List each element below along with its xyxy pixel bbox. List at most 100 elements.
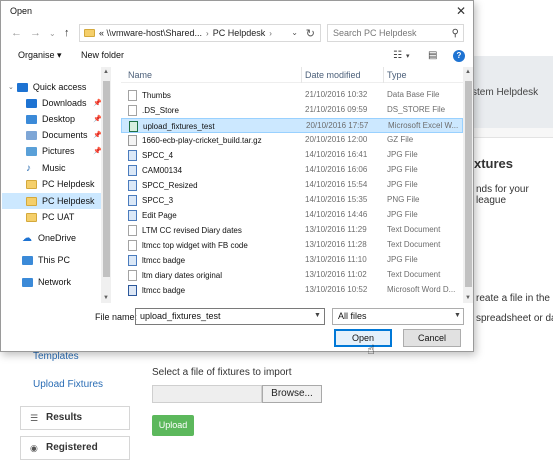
file-row[interactable]: Edit Page 14/10/2016 14:46 JPG File (121, 208, 463, 223)
open-button[interactable]: Open (334, 329, 392, 347)
file-row[interactable]: ltmcc top widget with FB code 13/10/2016… (121, 238, 463, 253)
nav-documents[interactable]: Documents 📌 (2, 127, 102, 143)
text-file-icon (128, 225, 137, 236)
address-bar[interactable]: « \\vmware-host\Shared... › PC Helpdesk … (79, 24, 321, 42)
nav-onedrive-label: OneDrive (38, 233, 77, 243)
nav-pc-uat[interactable]: PC UAT (2, 209, 101, 225)
file-row[interactable]: ltmcc badge 13/10/2016 10:52 Microsoft W… (121, 283, 463, 298)
forward-arrow-icon[interactable]: → (30, 27, 41, 39)
file-name-cell: ltmcc badge (128, 285, 298, 296)
nav-downloads[interactable]: Downloads 📌 (2, 95, 102, 111)
excel-file-icon (129, 121, 138, 132)
chevron-down-icon[interactable]: ▼ (454, 312, 461, 319)
nav-upload-fixtures-link[interactable]: Upload Fixtures (20, 374, 130, 396)
upload-button[interactable]: Upload (152, 415, 194, 436)
column-date-modified[interactable]: Date modified (305, 70, 361, 80)
folder-icon (26, 196, 37, 206)
file-type: JPG File (387, 165, 418, 174)
file-row[interactable]: SPCC_3 14/10/2016 15:35 PNG File (121, 193, 463, 208)
cancel-button[interactable]: Cancel (403, 329, 461, 347)
file-date: 20/10/2016 17:57 (306, 121, 369, 130)
dialog-titlebar[interactable]: Open ✕ (1, 1, 473, 21)
text-file-icon (128, 270, 137, 281)
file-list-scroll-thumb[interactable] (465, 81, 472, 287)
file-name: LTM CC revised Diary dates (142, 226, 242, 235)
nav-onedrive[interactable]: ☁ OneDrive (2, 230, 101, 246)
nav-pictures[interactable]: Pictures 📌 (2, 143, 102, 159)
scroll-down-arrow-icon[interactable]: ▼ (465, 295, 471, 301)
dialog-toolbar: Organise ▾ New folder ☷ ▾ ▤ ? (1, 46, 473, 66)
file-row-selected[interactable]: upload_fixtures_test 20/10/2016 17:57 Mi… (121, 118, 463, 133)
file-row[interactable]: .DS_Store 21/10/2016 09:59 DS_STORE File (121, 103, 463, 118)
file-date: 14/10/2016 16:06 (305, 165, 368, 174)
file-row[interactable]: LTM CC revised Diary dates 13/10/2016 11… (121, 223, 463, 238)
file-name-input[interactable]: upload_fixtures_test (135, 308, 325, 325)
nav-this-pc[interactable]: This PC (2, 252, 101, 268)
file-row[interactable]: 1660-ecb-play-cricket_build.tar.gz 20/10… (121, 133, 463, 148)
nav-pc-helpdesk[interactable]: PC Helpdesk (2, 176, 101, 192)
file-name-cell: ltmcc badge (128, 255, 298, 266)
scroll-up-arrow-icon[interactable]: ▲ (103, 69, 109, 75)
browse-button[interactable]: Browse... (262, 385, 322, 403)
download-icon (26, 98, 37, 108)
file-row[interactable]: ltm diary dates original 13/10/2016 11:0… (121, 268, 463, 283)
file-date: 13/10/2016 11:02 (305, 270, 367, 279)
open-file-dialog: Open ✕ ← → ⌄ ↑ « \\vmware-host\Shared...… (0, 0, 474, 357)
star-icon (16, 82, 28, 92)
file-name: SPCC_4 (142, 151, 174, 160)
nav-results[interactable]: ☰ Results (20, 406, 130, 430)
nav-pc-helpdesk-selected[interactable]: PC Helpdesk (2, 193, 101, 209)
file-date: 14/10/2016 15:54 (305, 180, 368, 189)
file-name: upload_fixtures_test (143, 122, 215, 131)
scroll-down-arrow-icon[interactable]: ▼ (103, 295, 109, 301)
navigation-scroll-thumb[interactable] (103, 81, 110, 277)
chevron-down-icon[interactable]: ▼ (314, 312, 321, 319)
nav-registered[interactable]: ◉ Registered (20, 436, 130, 460)
nav-music[interactable]: ♪ Music (2, 160, 101, 176)
view-options-icon[interactable]: ☷ (393, 50, 402, 61)
nav-quick-access[interactable]: ⌄ Quick access (2, 79, 101, 95)
file-name-cell: ltm diary dates original (128, 270, 298, 281)
address-segment-current[interactable]: PC Helpdesk (213, 28, 266, 38)
back-arrow-icon[interactable]: ← (11, 27, 22, 39)
file-type-select[interactable]: All files (332, 308, 464, 325)
file-row[interactable]: ltmcc badge 13/10/2016 11:10 JPG File (121, 253, 463, 268)
file-path-field[interactable] (152, 385, 262, 403)
file-type: GZ File (387, 135, 414, 144)
file-row[interactable]: SPCC_4 14/10/2016 16:41 JPG File (121, 148, 463, 163)
column-divider[interactable] (301, 67, 302, 83)
preview-pane-icon[interactable]: ▤ (428, 50, 437, 61)
page-instruction-text-2: spreadsheet or dat (476, 313, 553, 324)
new-folder-button[interactable]: New folder (81, 50, 124, 60)
column-type[interactable]: Type (387, 70, 407, 80)
file-row[interactable]: CAM00134 14/10/2016 16:06 JPG File (121, 163, 463, 178)
file-row[interactable]: Thumbs 21/10/2016 10:32 Data Base File (121, 88, 463, 103)
scroll-up-arrow-icon[interactable]: ▲ (465, 69, 471, 75)
image-file-icon (128, 255, 137, 266)
file-name: Edit Page (142, 211, 177, 220)
file-name: 1660-ecb-play-cricket_build.tar.gz (142, 136, 262, 145)
pictures-icon (26, 146, 37, 156)
organise-menu[interactable]: Organise ▾ (18, 50, 62, 61)
column-name[interactable]: Name (128, 70, 152, 80)
address-segment-root[interactable]: « \\vmware-host\Shared... (99, 28, 202, 38)
network-icon (22, 277, 33, 287)
chevron-right-icon: › (206, 28, 209, 38)
file-name-label: File name: (95, 312, 138, 322)
recent-dropdown-icon[interactable]: ⌄ (49, 29, 56, 38)
search-input[interactable]: Search PC Helpdesk ⚲ (327, 24, 464, 42)
nav-network[interactable]: Network (2, 274, 101, 290)
nav-desktop[interactable]: Desktop 📌 (2, 111, 102, 127)
up-arrow-icon[interactable]: ↑ (64, 27, 70, 39)
refresh-icon[interactable]: ↻ (306, 27, 315, 40)
file-date: 20/10/2016 12:00 (305, 135, 368, 144)
close-icon[interactable]: ✕ (453, 3, 469, 19)
help-icon[interactable]: ? (453, 50, 465, 62)
view-dropdown-icon[interactable]: ▾ (406, 52, 410, 60)
file-type: JPG File (387, 210, 418, 219)
file-type: Text Document (387, 240, 441, 249)
address-dropdown-icon[interactable]: ⌄ (291, 28, 298, 37)
file-row[interactable]: SPCC_Resized 14/10/2016 15:54 JPG File (121, 178, 463, 193)
file-icon (128, 105, 137, 116)
column-divider[interactable] (383, 67, 384, 83)
